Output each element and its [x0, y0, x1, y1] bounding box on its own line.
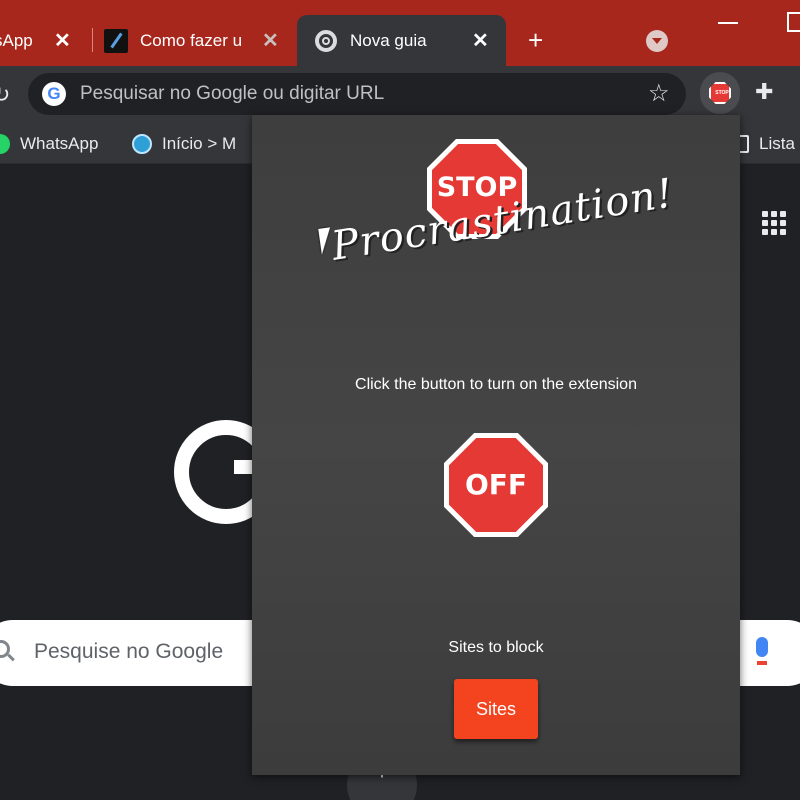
tab-como-fazer[interactable]: Como fazer u ✕ — [92, 15, 292, 66]
bookmark-label: Lista — [759, 134, 795, 153]
toggle-label: OFF — [464, 468, 528, 501]
sites-to-block-label: Sites to block — [448, 639, 544, 656]
extension-toggle-button[interactable]: OFF — [444, 433, 548, 537]
bookmark-label: Início > M — [162, 134, 237, 153]
bookmark-inicio[interactable]: Início > M — [132, 132, 236, 156]
bookmark-lista[interactable]: Lista — [735, 132, 795, 156]
tab-title: sApp — [0, 30, 33, 50]
tab-title: Nova guia — [350, 30, 427, 50]
stop-procrastination-logo: STOP Procrastination! — [322, 139, 677, 279]
extension-popup: STOP Procrastination! Click the button t… — [252, 115, 740, 775]
close-icon[interactable]: ✕ — [54, 28, 71, 53]
search-icon — [0, 640, 10, 658]
new-tab-button[interactable]: + — [528, 27, 543, 53]
microphone-icon[interactable] — [756, 637, 768, 665]
close-icon[interactable]: ✕ — [472, 28, 489, 53]
sites-button[interactable]: Sites — [454, 679, 538, 739]
instruction-text: Click the button to turn on the extensio… — [355, 376, 637, 393]
address-input[interactable]: Pesquisar no Google ou digitar URL — [80, 83, 384, 105]
stop-sign-icon: STOP — [709, 82, 731, 104]
tab-title: Como fazer u — [140, 30, 243, 50]
bookmark-star-icon[interactable]: ☆ — [648, 79, 670, 108]
tab-nova-guia[interactable]: Nova guia ✕ — [297, 15, 506, 66]
minimize-icon[interactable] — [718, 22, 738, 24]
chrome-icon — [315, 29, 337, 52]
address-bar[interactable]: G Pesquisar no Google ou digitar URL ☆ — [28, 73, 686, 115]
stop-procrastination-extension-button[interactable]: STOP — [700, 72, 740, 114]
google-apps-icon[interactable] — [762, 211, 786, 235]
close-icon[interactable]: ✕ — [262, 28, 279, 53]
site-favicon-icon — [104, 28, 128, 53]
search-input[interactable]: Pesquise no Google — [34, 640, 223, 664]
tab-strip: sApp ✕ Como fazer u ✕ Nova guia ✕ + — [0, 0, 800, 66]
extensions-puzzle-icon[interactable]: ✚ — [755, 79, 773, 105]
bookmark-whatsapp[interactable]: WhatsApp — [0, 132, 98, 156]
tab-search-icon[interactable] — [646, 30, 668, 52]
reload-icon[interactable]: ↻ — [0, 82, 10, 108]
site-favicon-icon — [132, 134, 152, 154]
maximize-icon[interactable] — [787, 12, 800, 32]
whatsapp-icon — [0, 134, 10, 154]
tab-whatsapp[interactable]: sApp ✕ — [0, 15, 78, 66]
bookmark-label: WhatsApp — [20, 134, 99, 153]
google-icon: G — [42, 82, 66, 106]
